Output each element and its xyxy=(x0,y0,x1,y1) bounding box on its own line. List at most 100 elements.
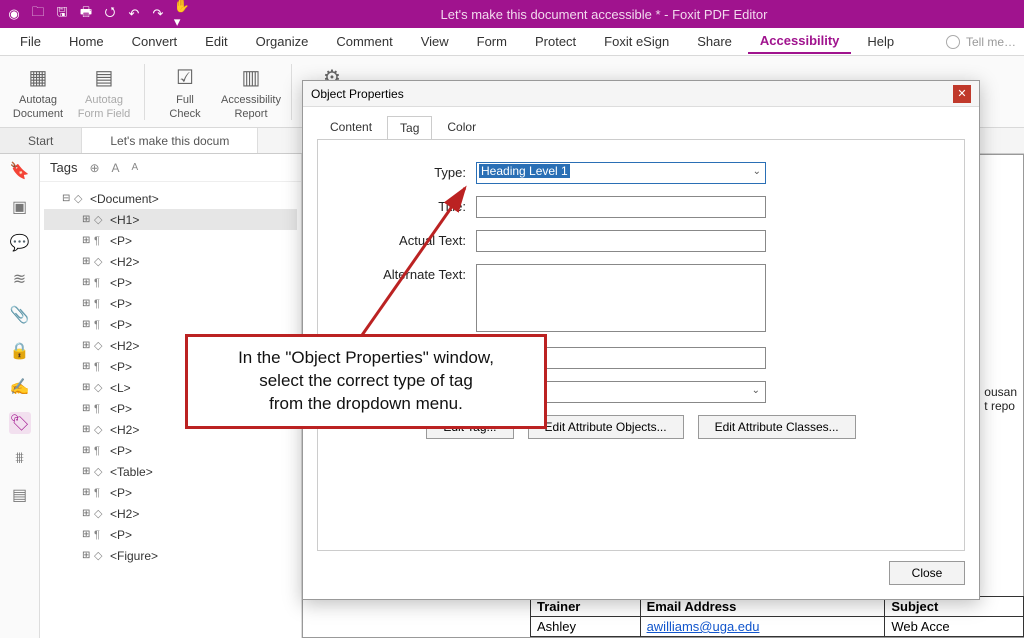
expand-icon[interactable]: ⊞ xyxy=(82,424,94,435)
document-table-peek: Trainer Email Address Subject Ashley awi… xyxy=(530,596,1024,637)
menu-view[interactable]: View xyxy=(409,30,461,53)
security-icon[interactable]: 🔒 xyxy=(9,340,31,362)
expand-icon[interactable]: ⊞ xyxy=(82,445,94,456)
tree-node[interactable]: ⊞◇<H2> xyxy=(44,251,297,272)
expand-icon[interactable]: ⊞ xyxy=(82,235,94,246)
menu-organize[interactable]: Organize xyxy=(244,30,321,53)
ribbon-full-check[interactable]: ☑ Full Check xyxy=(155,60,215,124)
tree-node[interactable]: ⊞¶<P> xyxy=(44,314,297,335)
tag-type-icon: ¶ xyxy=(94,403,108,415)
title-input[interactable] xyxy=(476,196,766,218)
menu-edit[interactable]: Edit xyxy=(193,30,239,53)
tell-me-search[interactable]: Tell me… xyxy=(946,35,1016,49)
tree-node[interactable]: ⊞¶<P> xyxy=(44,440,297,461)
signatures-icon[interactable]: ✍ xyxy=(9,376,31,398)
tree-node[interactable]: ⊞¶<P> xyxy=(44,272,297,293)
edit-attr-classes-button[interactable]: Edit Attribute Classes... xyxy=(698,415,856,439)
td-trainer: Ashley xyxy=(531,617,641,637)
menu-esign[interactable]: Foxit eSign xyxy=(592,30,681,53)
expand-icon[interactable]: ⊞ xyxy=(82,382,94,393)
save-icon[interactable]: 🖫 xyxy=(54,6,70,22)
tags-icon[interactable]: 🏷 xyxy=(9,412,31,434)
expand-icon[interactable]: ⊞ xyxy=(82,550,94,561)
expand-icon[interactable]: ⊞ xyxy=(82,298,94,309)
menu-protect[interactable]: Protect xyxy=(523,30,588,53)
attachments-icon[interactable]: 📎 xyxy=(9,304,31,326)
tree-node-label: <P> xyxy=(110,318,132,332)
tag-type-icon: ◇ xyxy=(94,255,108,268)
tree-node[interactable]: ⊞◇<Figure> xyxy=(44,545,297,566)
bookmark-icon[interactable]: 🔖 xyxy=(9,160,31,182)
font-smaller-icon[interactable]: A xyxy=(132,162,139,173)
menu-share[interactable]: Share xyxy=(685,30,744,53)
tree-node-label: <P> xyxy=(110,234,132,248)
email-link[interactable]: awilliams@uga.edu xyxy=(647,619,760,634)
tab-document[interactable]: Let's make this docum xyxy=(82,128,258,153)
tree-node-label: <P> xyxy=(110,444,132,458)
redo-icon[interactable]: ↷ xyxy=(150,6,166,22)
comments-icon[interactable]: 💬 xyxy=(9,232,31,254)
open-icon[interactable]: 🗀 xyxy=(30,6,46,22)
expand-icon[interactable]: ⊞ xyxy=(82,277,94,288)
tree-node[interactable]: ⊞◇<Table> xyxy=(44,461,297,482)
expand-icon[interactable]: ⊞ xyxy=(82,319,94,330)
menu-comment[interactable]: Comment xyxy=(324,30,404,53)
expand-icon[interactable]: ⊞ xyxy=(82,361,94,372)
new-tag-icon[interactable]: ⊕ xyxy=(89,161,99,175)
ribbon-autotag-document[interactable]: ▦ Autotag Document xyxy=(8,60,68,124)
menu-form[interactable]: Form xyxy=(465,30,519,53)
tree-node[interactable]: ⊞¶<P> xyxy=(44,293,297,314)
layers-icon[interactable]: ≋ xyxy=(9,268,31,290)
tree-node[interactable]: ⊞◇<H1> xyxy=(44,209,297,230)
type-select[interactable] xyxy=(476,162,766,184)
tab-start[interactable]: Start xyxy=(0,128,82,153)
expand-icon[interactable]: ⊞ xyxy=(82,214,94,225)
menu-home[interactable]: Home xyxy=(57,30,116,53)
font-larger-icon[interactable]: A xyxy=(112,161,120,175)
menu-file[interactable]: File xyxy=(8,30,53,53)
expand-icon[interactable]: ⊞ xyxy=(82,466,94,477)
tree-node[interactable]: ⊞¶<P> xyxy=(44,524,297,545)
pages-icon[interactable]: ▣ xyxy=(9,196,31,218)
expand-icon[interactable]: ⊞ xyxy=(82,340,94,351)
tree-node[interactable]: ⊞¶<P> xyxy=(44,482,297,503)
tree-node[interactable]: ⊞◇<H2> xyxy=(44,503,297,524)
autotag-form-icon: ▤ xyxy=(90,64,118,92)
hand-icon[interactable]: ✋▾ xyxy=(174,6,190,22)
close-button[interactable]: Close xyxy=(889,561,965,585)
report-icon: ▥ xyxy=(237,64,265,92)
tree-node-label: <L> xyxy=(110,381,131,395)
ribbon-accessibility-report[interactable]: ▥ Accessibility Report xyxy=(221,60,281,124)
ribbon-separator xyxy=(144,64,145,120)
menu-accessibility[interactable]: Accessibility xyxy=(748,29,852,54)
undo-nav-icon[interactable]: ⭯ xyxy=(102,6,118,22)
tab-color[interactable]: Color xyxy=(434,115,489,139)
expand-icon[interactable]: ⊞ xyxy=(82,256,94,267)
undo-icon[interactable]: ↶ xyxy=(126,6,142,22)
order-icon[interactable]: ⩩ xyxy=(9,448,31,470)
type-select-wrap: Heading Level 1 ⌄ xyxy=(476,162,766,184)
ribbon-autotag-formfield[interactable]: ▤ Autotag Form Field xyxy=(74,60,134,124)
tab-content[interactable]: Content xyxy=(317,115,385,139)
tab-tag[interactable]: Tag xyxy=(387,116,432,140)
alt-text-input[interactable] xyxy=(476,264,766,332)
tree-node[interactable]: ⊟◇<Document> xyxy=(44,188,297,209)
dialog-titlebar[interactable]: Object Properties ✕ xyxy=(303,81,979,107)
tree-node-label: <P> xyxy=(110,276,132,290)
vertical-nav: 🔖 ▣ 💬 ≋ 📎 🔒 ✍ 🏷 ⩩ ▤ xyxy=(0,154,40,638)
content-icon[interactable]: ▤ xyxy=(9,484,31,506)
actual-text-input[interactable] xyxy=(476,230,766,252)
tags-panel-title: Tags xyxy=(50,160,77,175)
menu-convert[interactable]: Convert xyxy=(120,30,190,53)
tree-node-label: <H2> xyxy=(110,423,139,437)
tree-node[interactable]: ⊞¶<P> xyxy=(44,230,297,251)
close-icon[interactable]: ✕ xyxy=(953,85,971,103)
expand-icon[interactable]: ⊟ xyxy=(62,193,74,204)
expand-icon[interactable]: ⊞ xyxy=(82,508,94,519)
expand-icon[interactable]: ⊞ xyxy=(82,529,94,540)
expand-icon[interactable]: ⊞ xyxy=(82,487,94,498)
edit-attr-objects-button[interactable]: Edit Attribute Objects... xyxy=(528,415,684,439)
print-icon[interactable]: 🖶 xyxy=(78,6,94,22)
menu-help[interactable]: Help xyxy=(855,30,906,53)
expand-icon[interactable]: ⊞ xyxy=(82,403,94,414)
